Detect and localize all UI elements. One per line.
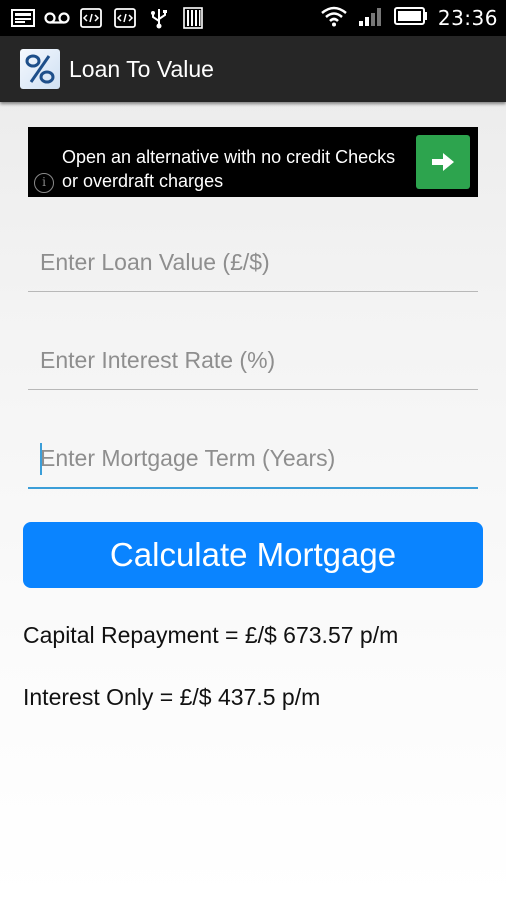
code-icon xyxy=(78,8,104,28)
info-icon[interactable]: i xyxy=(34,173,54,193)
storage-icon xyxy=(180,7,206,29)
text-cursor xyxy=(40,443,42,475)
loan-value-input[interactable] xyxy=(28,233,478,291)
signal-icon xyxy=(358,5,384,31)
usb-icon xyxy=(146,8,172,29)
mortgage-term-input[interactable] xyxy=(28,429,478,487)
voicemail-icon xyxy=(44,8,70,28)
battery-icon xyxy=(393,6,428,30)
mortgage-term-field[interactable] xyxy=(28,429,478,489)
ad-banner[interactable]: Open an alternative with no credit Check… xyxy=(28,127,478,197)
calculate-mortgage-button[interactable]: Calculate Mortgage xyxy=(23,522,483,588)
interest-rate-field[interactable] xyxy=(28,331,478,390)
percent-icon xyxy=(20,49,60,89)
clock: 23:36 xyxy=(437,6,498,30)
interest-only-result: Interest Only = £/$ 437.5 p/m xyxy=(23,684,321,710)
code-icon xyxy=(112,8,138,28)
status-bar: 23:36 xyxy=(0,0,506,36)
arrow-right-icon[interactable] xyxy=(416,135,470,189)
app-title: Loan To Value xyxy=(69,55,214,82)
loan-value-field[interactable] xyxy=(28,233,478,292)
wifi-icon xyxy=(320,5,348,31)
ad-text[interactable]: Open an alternative with no credit Check… xyxy=(62,145,402,193)
image-icon xyxy=(10,8,36,28)
app-bar: Loan To Value xyxy=(0,36,506,102)
capital-repayment-result: Capital Repayment = £/$ 673.57 p/m xyxy=(23,622,399,648)
interest-rate-input[interactable] xyxy=(28,331,478,389)
